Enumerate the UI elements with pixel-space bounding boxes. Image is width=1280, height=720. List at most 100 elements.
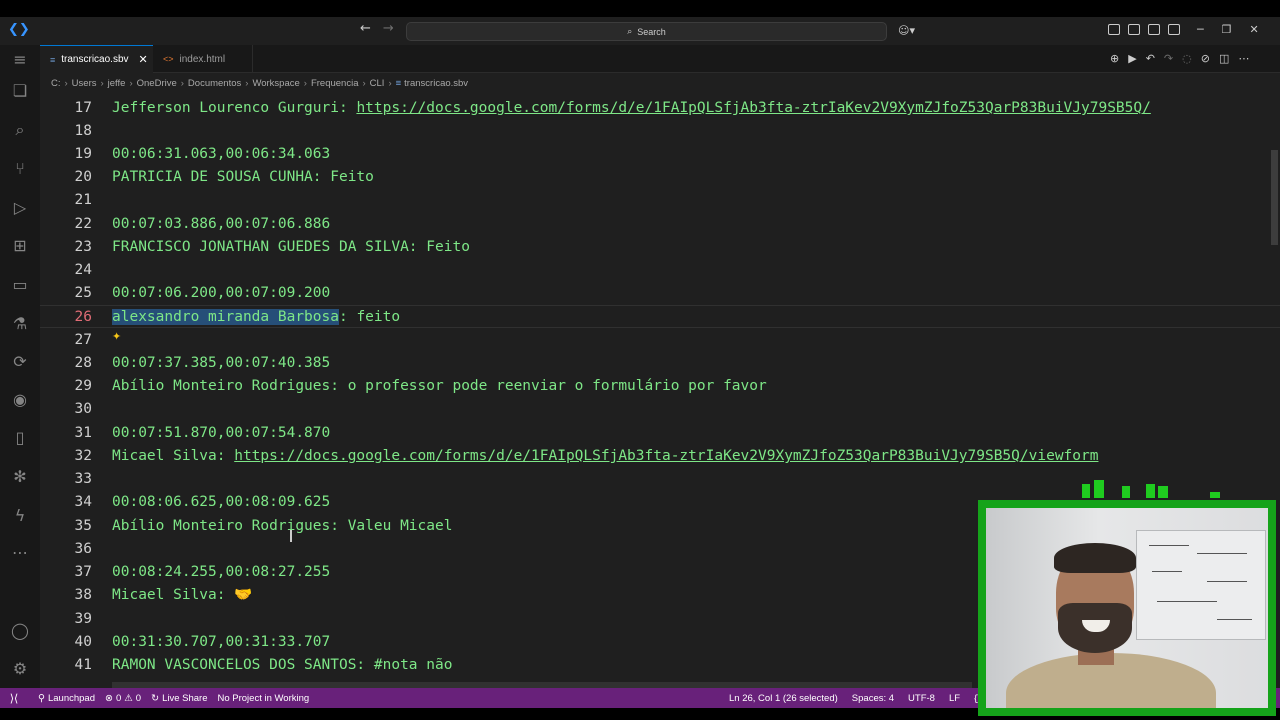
encoding[interactable]: UTF-8 [908,693,935,704]
thunder-client-icon[interactable]: ϟ [9,505,31,527]
command-center-search[interactable]: ⌕ Search [406,22,887,41]
breadcrumb: C: › Users › jeffe › OneDrive › Documentos › … [40,73,1280,93]
search-icon: ⌕ [627,26,633,36]
line-number: 30 [74,401,92,417]
screen-top-border [0,0,1280,17]
launchpad-button[interactable]: ⚲ Launchpad [38,693,95,704]
split-editor-icon[interactable]: ◫ [1219,52,1229,65]
line-number: 32 [74,448,92,464]
editor-line: 31 00:07:51.870,00:07:54.870 [40,422,1280,445]
menu-icon[interactable]: ≡ [9,49,31,71]
line-number: 27 [74,332,92,348]
source-control-icon[interactable]: ⑂ [9,158,31,180]
explorer-icon[interactable]: ❏ [9,80,31,102]
add-icon[interactable]: ⊕ [1110,52,1119,65]
project-label: No Project in Working [217,692,310,704]
editor-line: 18 [40,120,1280,143]
breadcrumb-item-file[interactable]: transcricao.sbv [404,78,468,89]
restore-icon[interactable]: ❐ [1222,23,1232,36]
text-cursor-icon [290,530,292,542]
tab-label: transcricao.sbv [61,54,129,65]
title-bar: ❮❯ ← → ⌕ Search ☺▾ ─ ❐ ✕ [0,17,1280,45]
breadcrumb-item[interactable]: Workspace [252,78,299,89]
editor-line: 25 00:07:06.200,00:07:09.200 [40,282,1280,305]
toggle-primary-sidebar-icon[interactable] [1128,24,1140,35]
line-number: 33 [74,471,92,487]
breadcrumb-item[interactable]: CLI [370,78,385,89]
editor-line: 27 [40,329,1280,352]
breadcrumb-item[interactable]: Documentos [188,78,241,89]
line-number: 17 [74,100,92,116]
line-number: 28 [74,355,92,371]
link[interactable]: https://docs.google.com/forms/d/e/1FAIpQ… [356,100,1150,116]
search-view-icon[interactable]: ⌕ [9,119,31,141]
go-back-icon[interactable]: ↶ [1146,52,1155,65]
line-number: 22 [74,216,92,232]
more-views-icon[interactable]: ⋯ [9,542,31,564]
editor-line: 22 00:07:03.886,00:07:06.886 [40,213,1280,236]
cursor-position[interactable]: Ln 26, Col 1 (26 selected) [729,693,838,704]
go-forward-icon[interactable]: ↷ [1164,52,1173,65]
link[interactable]: https://docs.google.com/forms/d/e/1FAIpQ… [234,448,1098,464]
minimize-icon[interactable]: ─ [1197,23,1204,36]
customize-layout-icon[interactable] [1108,24,1120,35]
line-number: 24 [74,262,92,278]
breadcrumb-item[interactable]: C: [51,78,61,89]
indentation[interactable]: Spaces: 4 [852,693,894,704]
live-share-icon[interactable]: ⟳ [9,351,31,373]
breadcrumb-item[interactable]: jeffe [108,78,126,89]
close-tab-icon[interactable]: ✕ [139,53,148,66]
remote-indicator-icon[interactable]: ⟩⟨ [0,688,28,708]
vertical-scrollbar[interactable] [1271,150,1278,245]
end-of-line[interactable]: LF [949,693,960,704]
toggle-secondary-sidebar-icon[interactable] [1168,24,1180,35]
line-number: 38 [74,587,92,603]
problems-button[interactable]: ⊗ 0 ⚠ 0 [105,693,141,704]
line-text: 00:08:06.625,00:08:09.625 [112,494,331,510]
compare-icon[interactable]: ◌ [1182,52,1192,65]
settings-sync-icon[interactable]: ✻ [9,466,31,488]
back-arrow-icon[interactable]: ← [360,21,371,36]
line-number: 41 [74,657,92,673]
close-window-icon[interactable]: ✕ [1250,23,1259,36]
more-actions-icon[interactable]: ⋯ [1238,52,1249,65]
bookmarks-icon[interactable]: ▯ [9,427,31,449]
tab-index-html[interactable]: <> index.html [153,45,253,73]
line-text: RAMON VASCONCELOS DOS SANTOS: #nota não [112,657,453,673]
live-share-button[interactable]: ↻ Live Share [151,693,207,704]
remote-explorer-icon[interactable]: ▭ [9,274,31,296]
line-text: Jefferson Lourenco Gurguri: https://docs… [112,97,1151,120]
line-text: 00:07:06.200,00:07:09.200 [112,285,331,301]
launchpad-icon: ⚲ [38,692,45,704]
error-icon: ⊗ [105,692,113,704]
breadcrumb-item[interactable]: Frequencia [311,78,359,89]
breadcrumb-item[interactable]: Users [72,78,97,89]
run-icon[interactable]: ▶ [1128,52,1136,65]
breadcrumb-item[interactable]: OneDrive [137,78,177,89]
line-number: 18 [74,123,92,139]
project-status[interactable]: No Project in Working [217,693,309,704]
copilot-icon[interactable]: ☺▾ [898,24,915,37]
line-text: alexsandro miranda Barbosa: feito [112,306,400,329]
line-number: 37 [74,564,92,580]
warning-count: 0 [135,692,142,704]
gitlens-icon[interactable]: ◉ [9,389,31,411]
line-text: 00:31:30.707,00:31:33.707 [112,634,331,650]
open-changes-icon[interactable]: ⊘ [1201,52,1210,65]
extensions-icon[interactable]: ⊞ [9,235,31,257]
line-text: Abílio Monteiro Rodrigues: Valeu Micael [112,518,453,534]
forward-arrow-icon[interactable]: → [383,21,394,36]
toggle-panel-icon[interactable] [1148,24,1160,35]
editor-line: 20 PATRICIA DE SOUSA CUNHA: Feito [40,166,1280,189]
line-text: 00:07:51.870,00:07:54.870 [112,425,331,441]
tab-transcricao-sbv[interactable]: ≡ transcricao.sbv ✕ [40,45,153,73]
webcam-overlay [978,500,1276,716]
run-debug-icon[interactable]: ▷ [9,197,31,219]
accounts-icon[interactable]: ◯ [9,620,31,642]
live-share-icon: ↻ [151,692,160,704]
copilot-sparkle-icon[interactable]: ✦ [112,330,121,343]
testing-icon[interactable]: ⚗ [9,313,31,335]
manage-gear-icon[interactable]: ⚙ [9,658,31,680]
line-number: 34 [74,494,92,510]
editor-line: 32 Micael Silva: https://docs.google.com/… [40,445,1280,468]
